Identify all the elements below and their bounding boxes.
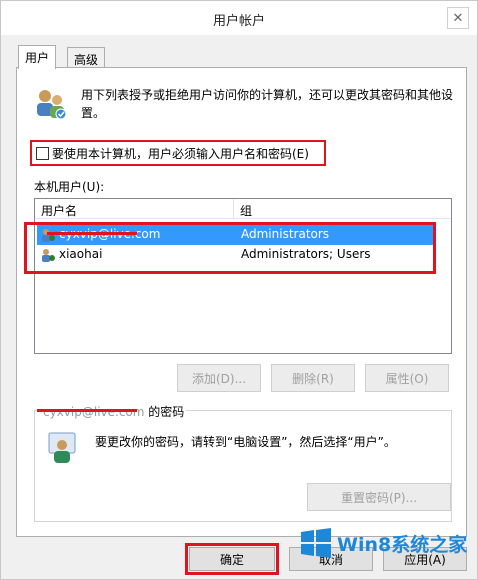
user-accounts-dialog: 用户帐户 ✕ 用户 高级 用下列表授予或拒绝用户访问你的计算机，还可以更改其密码… [0,0,478,580]
column-header-username[interactable]: 用户名 [41,202,77,219]
user-row[interactable]: cyxvip@live.com Administrators [37,225,433,245]
add-user-button-label: 添加(D)... [191,371,247,386]
close-button[interactable]: ✕ [447,7,469,29]
column-header-group[interactable]: 组 [240,202,252,219]
users-icon [37,90,67,120]
intro-text: 用下列表授予或拒绝用户访问你的计算机，还可以更改其密码和其他设置。 [81,88,454,120]
tab-advanced[interactable]: 高级 [67,47,106,69]
window-title: 用户帐户 [212,14,265,29]
require-password-option[interactable]: 要使用本计算机，用户必须输入用户名和密码(E) [30,140,326,166]
users-tab-panel: 用下列表授予或拒绝用户访问你的计算机，还可以更改其密码和其他设置。 要使用本计算… [16,67,467,537]
redaction-strike [37,409,137,412]
properties-button[interactable]: 属性(O) [365,364,449,392]
remove-user-button[interactable]: 删除(R) [271,364,355,392]
watermark-text: Win8系统之家 [337,533,468,556]
ok-button-label: 确定 [219,552,244,567]
local-users-label: 本机用户(U): [34,180,105,194]
tab-users-label: 用户 [25,51,50,65]
user-group-cell: Administrators [241,227,330,241]
add-user-button[interactable]: 添加(D)... [177,364,261,392]
remove-user-button-label: 删除(R) [292,371,334,386]
close-icon: ✕ [452,10,464,26]
reset-password-button-label: 重置密码(P)... [340,490,418,505]
user-icon [42,229,55,242]
user-name-cell: xiaohai [59,247,103,261]
ok-button[interactable]: 确定 [189,547,275,571]
list-header: 用户名 组 [35,199,451,219]
password-instructions: 要更改你的密码，请转到“电脑设置”，然后选择“用户”。 [95,435,396,449]
tab-advanced-label: 高级 [74,53,99,67]
user-group-cell: Administrators; Users [241,247,371,261]
require-password-label: 要使用本计算机，用户必须输入用户名和密码(E) [52,146,309,161]
properties-button-label: 属性(O) [385,371,429,386]
password-group: cyxvip@live.com 的密码 要更改你的密码，请转到“电脑设置”，然后… [34,403,452,522]
users-list[interactable]: 用户名 组 cyxvip@live.com Administrators [34,198,452,354]
site-watermark: Win8系统之家 [299,525,475,561]
reset-password-button[interactable]: 重置密码(P)... [307,483,451,511]
user-icon [42,249,55,262]
redaction-strike [47,232,137,235]
require-password-checkbox[interactable] [36,146,49,160]
user-row[interactable]: xiaohai Administrators; Users [37,245,433,265]
user-password-icon [48,432,76,463]
password-group-user: cyxvip@live.com [43,405,145,419]
windows-logo-icon [301,528,331,558]
tab-users[interactable]: 用户 [18,45,57,69]
column-separator[interactable] [233,199,234,219]
password-group-suffix: 的密码 [144,405,185,419]
title-bar: 用户帐户 ✕ [1,1,477,35]
